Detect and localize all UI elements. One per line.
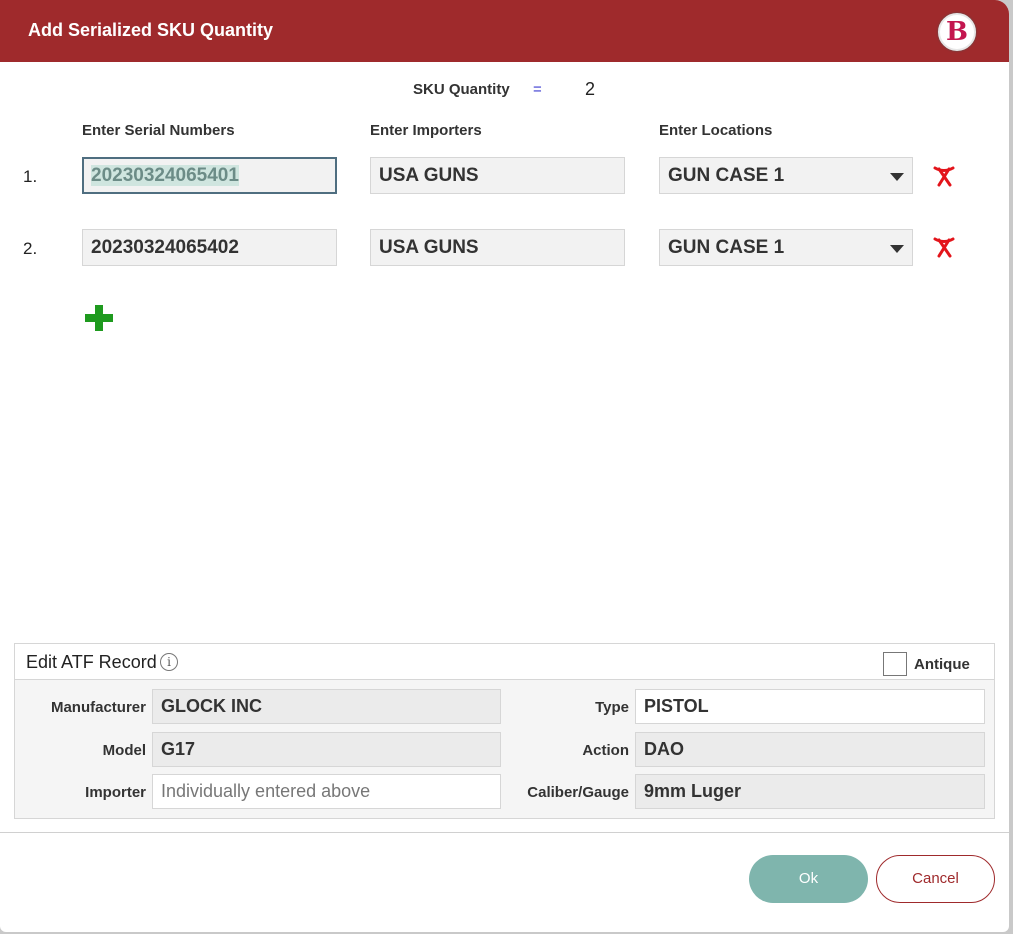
chevron-down-icon bbox=[890, 173, 904, 181]
atf-record-header: Edit ATF Record i Antique bbox=[15, 644, 994, 680]
importer-input[interactable]: USA GUNS bbox=[370, 157, 625, 194]
type-field[interactable]: PISTOL bbox=[635, 689, 985, 724]
location-select[interactable]: GUN CASE 1 bbox=[659, 229, 913, 266]
chevron-down-icon bbox=[890, 245, 904, 253]
dialog-titlebar: Add Serialized SKU Quantity B bbox=[0, 0, 1009, 62]
sku-quantity-value: 2 bbox=[585, 79, 596, 99]
action-label: Action bbox=[582, 742, 629, 759]
brand-logo-icon: B bbox=[938, 13, 976, 51]
ok-button[interactable]: Ok bbox=[749, 855, 868, 903]
info-icon[interactable]: i bbox=[160, 653, 178, 671]
model-label: Model bbox=[102, 742, 146, 759]
location-select[interactable]: GUN CASE 1 bbox=[659, 157, 913, 194]
delete-row-icon[interactable] bbox=[932, 235, 956, 259]
atf-record-panel: Edit ATF Record i Antique Manufacturer G… bbox=[14, 643, 995, 819]
cancel-button[interactable]: Cancel bbox=[876, 855, 995, 903]
caliber-field[interactable]: 9mm Luger bbox=[635, 774, 985, 809]
model-field[interactable]: G17 bbox=[152, 732, 501, 767]
manufacturer-label: Manufacturer bbox=[50, 699, 146, 716]
antique-label: Antique bbox=[914, 656, 970, 673]
action-field[interactable]: DAO bbox=[635, 732, 985, 767]
row-number: 1. bbox=[23, 167, 38, 186]
manufacturer-field[interactable]: GLOCK INC bbox=[152, 689, 501, 724]
type-label: Type bbox=[595, 699, 629, 716]
importer-label: Importer bbox=[85, 784, 146, 801]
add-serialized-sku-dialog: Add Serialized SKU Quantity B SKU Quanti… bbox=[0, 0, 1009, 932]
caliber-label: Caliber/Gauge bbox=[527, 784, 629, 801]
footer-divider bbox=[0, 832, 1009, 833]
importer-column-header: Enter Importers bbox=[370, 122, 482, 139]
importer-field[interactable]: Individually entered above bbox=[152, 774, 501, 809]
location-column-header: Enter Locations bbox=[659, 122, 773, 139]
serial-column-header: Enter Serial Numbers bbox=[82, 122, 235, 139]
delete-row-icon[interactable] bbox=[932, 164, 956, 188]
add-row-icon[interactable] bbox=[84, 304, 114, 332]
brand-logo-letter: B bbox=[946, 17, 968, 47]
row-number: 2. bbox=[23, 239, 38, 258]
location-value: GUN CASE 1 bbox=[668, 165, 785, 186]
sku-quantity-label: SKU Quantity bbox=[413, 81, 510, 98]
sku-quantity-equals: = bbox=[533, 81, 542, 98]
dialog-title: Add Serialized SKU Quantity bbox=[28, 20, 274, 40]
atf-record-title: Edit ATF Record bbox=[26, 652, 157, 672]
serial-number-input[interactable]: 20230324065402 bbox=[82, 229, 337, 266]
serial-number-input[interactable]: 20230324065401 bbox=[82, 157, 337, 194]
importer-input[interactable]: USA GUNS bbox=[370, 229, 625, 266]
serial-number-value: 20230324065401 bbox=[91, 165, 239, 186]
antique-checkbox[interactable] bbox=[883, 652, 907, 676]
location-value: GUN CASE 1 bbox=[668, 237, 785, 258]
